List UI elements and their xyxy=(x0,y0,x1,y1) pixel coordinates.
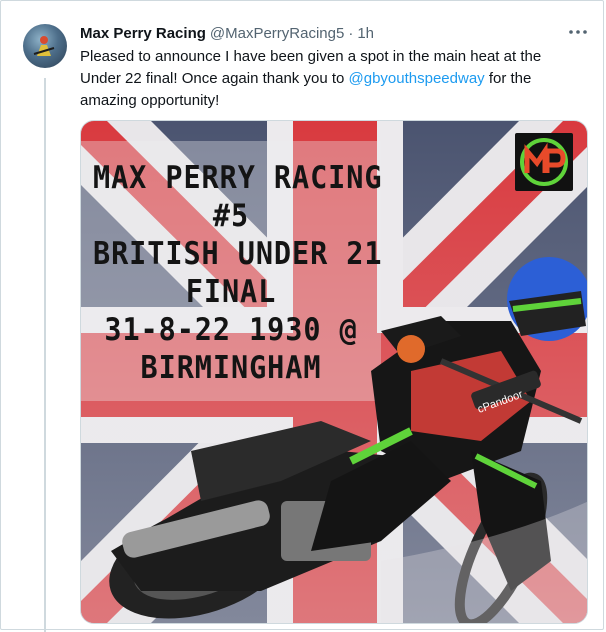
poster-line-4: FINAL xyxy=(185,274,277,310)
poster-line-1: MAX PERRY RACING xyxy=(93,160,383,196)
tweet-header: Max Perry Racing @MaxPerryRacing5 · 1h xyxy=(80,22,576,44)
ellipsis-icon[interactable] xyxy=(566,22,590,42)
author-handle[interactable]: @MaxPerryRacing5 xyxy=(210,25,344,42)
thread-connector-line xyxy=(44,78,46,632)
poster-line-2: #5 xyxy=(212,198,250,234)
timestamp[interactable]: 1h xyxy=(357,25,374,42)
rider-avatar-icon xyxy=(33,36,55,56)
poster-line-5: 31-8-22 1930 @ xyxy=(104,312,358,348)
poster-headline: MAX PERRY RACING #5 BRITISH UNDER 21 FIN… xyxy=(81,159,383,387)
separator: · xyxy=(348,24,354,42)
author-name[interactable]: Max Perry Racing xyxy=(80,25,206,42)
tweet-text: Pleased to announce I have been given a … xyxy=(80,46,580,112)
mp-logo xyxy=(515,133,573,191)
avatar[interactable] xyxy=(23,24,67,68)
tweet-media-image[interactable]: cPandoor MAX PERRY RACING #5 BRITISH UND… xyxy=(80,120,588,624)
poster-line-3: BRITISH UNDER 21 xyxy=(93,236,383,272)
poster-line-6: BIRMINGHAM xyxy=(140,350,322,386)
mention-link[interactable]: @gbyouthspeedway xyxy=(349,70,485,87)
